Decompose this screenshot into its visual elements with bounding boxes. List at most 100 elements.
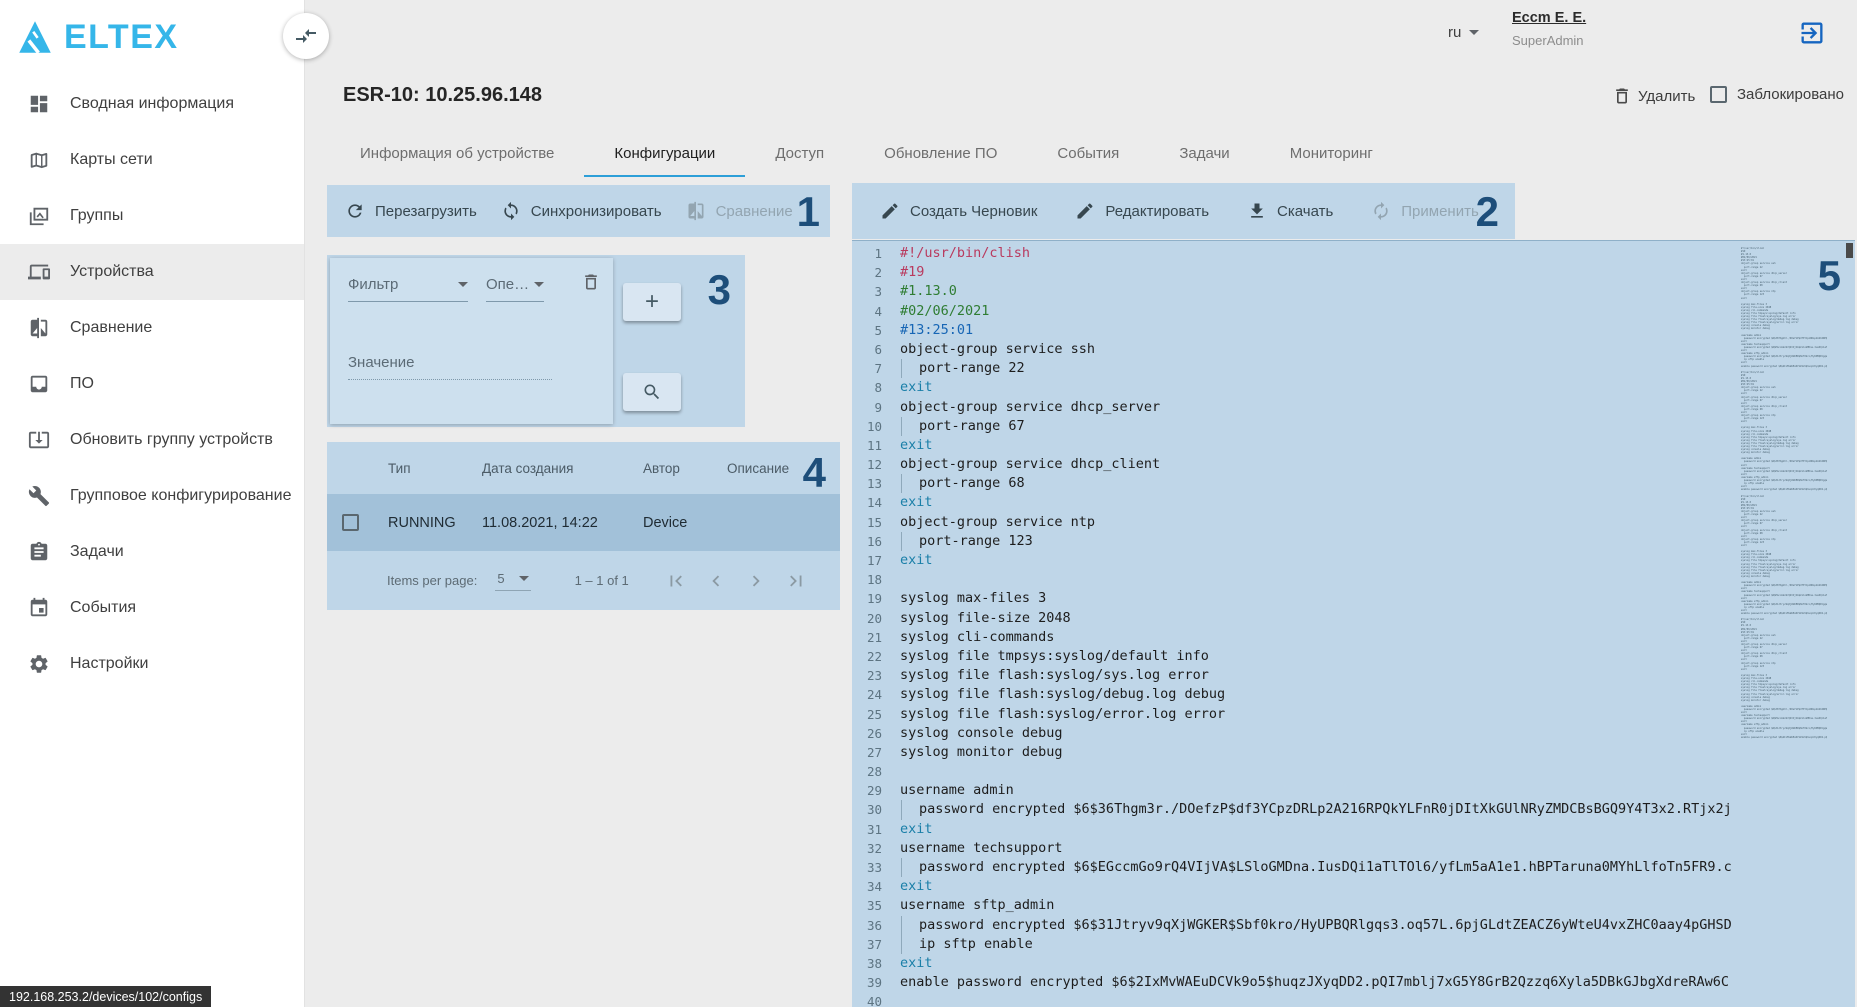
create-draft-button[interactable]: Создать Черновик [868, 193, 1049, 229]
add-filter-button[interactable]: + [623, 283, 681, 321]
code-line: 20 syslog file-size 2048 [852, 609, 1737, 628]
sidebar-item-devices[interactable]: Устройства [0, 244, 304, 300]
line-number: 5 [852, 321, 900, 340]
tab-events[interactable]: События [1027, 131, 1149, 177]
reboot-button[interactable]: Перезагрузить [333, 193, 489, 229]
logo-text: ELTEX [64, 18, 179, 57]
tutorial-step-badge: 2 [1476, 191, 1499, 233]
compare-button[interactable]: Сравнение [674, 193, 805, 229]
line-text: port-range 67 [900, 417, 1025, 436]
line-text: exit [900, 551, 933, 570]
code-line: 22 syslog file tmpsys:syslog/default inf… [852, 647, 1737, 666]
apply-button[interactable]: Применить [1359, 193, 1491, 229]
sidebar-item-tasks[interactable]: Задачи [0, 524, 304, 580]
code-line: 10 port-range 67 [852, 417, 1737, 436]
first-page-button[interactable] [665, 570, 687, 592]
code-line: 21 syslog cli-commands [852, 628, 1737, 647]
tab-monitoring[interactable]: Мониторинг [1260, 131, 1403, 177]
tab-firmware-update[interactable]: Обновление ПО [854, 131, 1027, 177]
download-button[interactable]: Скачать [1235, 193, 1345, 229]
line-text: #13:25:01 [900, 321, 973, 340]
items-per-page-select[interactable]: 5 [495, 571, 530, 591]
sidebar-item-software[interactable]: ПО [0, 356, 304, 412]
autorenew-icon [1371, 201, 1391, 221]
code-line: 28 [852, 762, 1737, 781]
line-text: ip sftp enable [900, 935, 1033, 954]
sidebar-item-label: Сводная информация [70, 95, 234, 113]
table-row[interactable]: RUNNING 11.08.2021, 14:22 Device [327, 494, 840, 551]
line-text: username admin [900, 781, 1014, 800]
code-line: 17 exit [852, 551, 1737, 570]
line-number: 7 [852, 359, 900, 378]
filter-field-select[interactable]: Фильтр [348, 276, 468, 302]
line-text: #19 [900, 263, 924, 282]
line-number: 28 [852, 762, 900, 781]
logout-icon[interactable] [1798, 19, 1826, 47]
sidebar-item-network-maps[interactable]: Карты сети [0, 132, 304, 188]
code-line: 32 username techsupport [852, 839, 1737, 858]
code-line: 24 syslog file flash:syslog/debug.log de… [852, 685, 1737, 704]
collapse-sidebar-button[interactable] [283, 13, 329, 59]
tab-tasks[interactable]: Задачи [1149, 131, 1259, 177]
last-page-button[interactable] [785, 570, 807, 592]
tutorial-step-badge: 4 [803, 452, 826, 494]
search-button[interactable] [623, 373, 681, 411]
sidebar-item-group-config[interactable]: Групповое конфигурирование [0, 468, 304, 524]
sidebar-item-groups[interactable]: Группы [0, 188, 304, 244]
sidebar-nav: Сводная информация Карты сети Группы Уст… [0, 76, 304, 692]
wrench-icon [28, 485, 50, 507]
filter-row: Фильтр Опе… [348, 276, 544, 302]
code-line: 34 exit [852, 877, 1737, 896]
compare-arrows-icon [294, 24, 318, 48]
line-text: port-range 123 [900, 532, 1033, 551]
tab-access[interactable]: Доступ [745, 131, 854, 177]
filter-field-label: Фильтр [348, 276, 398, 293]
next-page-button[interactable] [745, 570, 767, 592]
filter-value-input[interactable]: Значение [348, 354, 552, 380]
gear-icon [28, 653, 50, 675]
line-text: password encrypted $6$31Jtryv9qXjWGKER$S… [900, 916, 1732, 935]
remove-filter-trash-icon[interactable] [581, 272, 601, 292]
user-name-link[interactable]: Eccm E. E. [1512, 10, 1586, 26]
line-text: syslog monitor debug [900, 743, 1063, 762]
restart-icon [345, 201, 365, 221]
code-line: 16 port-range 123 [852, 532, 1737, 551]
filter-operator-select[interactable]: Опе… [486, 276, 544, 302]
line-number: 17 [852, 551, 900, 570]
sidebar-item-summary[interactable]: Сводная информация [0, 76, 304, 132]
code-line: 6 object-group service ssh [852, 340, 1737, 359]
create-draft-label: Создать Черновик [910, 203, 1037, 220]
configs-table: Тип Дата создания Автор Описание RUNNING… [327, 442, 840, 610]
synchronize-button[interactable]: Синхронизировать [489, 193, 674, 229]
line-number: 36 [852, 916, 900, 935]
edit-button[interactable]: Редактировать [1063, 193, 1221, 229]
items-per-page-label: Items per page: [387, 573, 477, 588]
sidebar-item-events[interactable]: События [0, 580, 304, 636]
language-selector[interactable]: ru [1448, 24, 1479, 41]
line-number: 13 [852, 474, 900, 493]
tab-device-info[interactable]: Информация об устройстве [330, 131, 584, 177]
sidebar-item-update-group[interactable]: Обновить группу устройств [0, 412, 304, 468]
devices-icon [28, 261, 50, 283]
line-text: exit [900, 378, 933, 397]
delete-button[interactable]: Удалить [1612, 86, 1695, 106]
sidebar-item-settings[interactable]: Настройки [0, 636, 304, 692]
line-number: 35 [852, 896, 900, 915]
prev-page-button[interactable] [705, 570, 727, 592]
blocked-checkbox[interactable] [1710, 86, 1727, 103]
scrollbar-thumb[interactable] [1846, 243, 1853, 258]
code-line: 25 syslog file flash:syslog/error.log er… [852, 705, 1737, 724]
tab-configurations[interactable]: Конфигурации [584, 131, 745, 177]
line-number: 33 [852, 858, 900, 877]
row-checkbox[interactable] [342, 514, 359, 531]
line-text: exit [900, 877, 933, 896]
chevron-down-icon [458, 282, 468, 287]
line-number: 37 [852, 935, 900, 954]
line-number: 19 [852, 589, 900, 608]
line-number: 38 [852, 954, 900, 973]
sync-icon [501, 201, 521, 221]
paginator-buttons [665, 570, 807, 592]
code-minimap[interactable]: #!/usr/bin/clish #19 #1.13.0 #02/06/2021… [1741, 247, 1827, 807]
sidebar-item-compare[interactable]: Сравнение [0, 300, 304, 356]
line-text: password encrypted $6$EGccmGo9rQ4VIjVA$L… [900, 858, 1732, 877]
